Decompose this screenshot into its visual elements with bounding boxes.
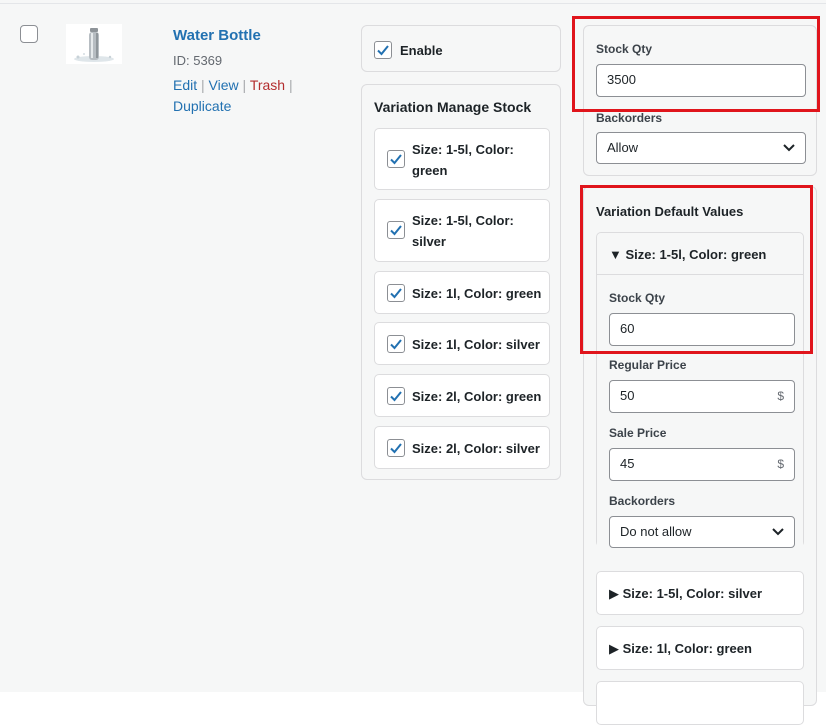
row-select-checkbox[interactable] (20, 25, 38, 43)
chevron-down-icon (783, 144, 795, 152)
variant-backorders-label: Backorders (609, 494, 676, 508)
variation-stock-item[interactable]: Size: 1l, Color: silver (374, 322, 550, 365)
currency-symbol: $ (777, 389, 784, 403)
product-title-link[interactable]: Water Bottle (173, 27, 261, 44)
product-id: ID: 5369 (173, 53, 223, 68)
check-icon (390, 288, 402, 299)
duplicate-link[interactable]: Duplicate (173, 98, 231, 114)
variation-stock-item[interactable]: Size: 1-5l, Color: silver (374, 199, 550, 262)
accordion-header-label[interactable]: ▶ Size: 1-5l, Color: silver (609, 586, 762, 602)
variation-stock-label: Size: 1-5l, Color: silver (412, 213, 514, 249)
action-separator: | (201, 77, 205, 93)
variation-manage-stock-card: Variation Manage Stock Size: 1-5l, Color… (361, 84, 561, 480)
backorders-select[interactable]: Allow (596, 132, 806, 164)
variation-stock-checkbox[interactable] (387, 335, 405, 353)
enable-label: Enable (400, 43, 443, 58)
check-icon (390, 154, 402, 165)
variation-stock-label: Size: 2l, Color: green (412, 389, 542, 404)
row-divider (0, 3, 826, 4)
variation-manage-stock-title: Variation Manage Stock (374, 99, 532, 115)
variation-stock-checkbox[interactable] (387, 150, 405, 168)
variant-stock-qty-input[interactable]: 60 (609, 313, 795, 346)
check-icon (390, 225, 402, 236)
action-separator: | (242, 77, 247, 93)
accordion-body: Stock Qty 60 Regular Price 50 $ Sale Pri… (597, 276, 803, 548)
check-icon (390, 443, 402, 454)
backorders-label: Backorders (596, 111, 663, 125)
variation-accordion-collapsed[interactable] (596, 681, 804, 725)
backorders-select-value: Allow (607, 140, 639, 155)
enable-card: Enable (361, 25, 561, 72)
variation-stock-checkbox[interactable] (387, 387, 405, 405)
variant-backorders-select-value: Do not allow (620, 524, 692, 539)
variation-accordion-expanded: ▼ Size: 1-5l, Color: green Stock Qty 60 … (596, 232, 804, 548)
check-icon (390, 391, 402, 402)
variation-default-values-card: Variation Default Values ▼ Size: 1-5l, C… (583, 186, 817, 725)
variation-stock-label: Size: 1-5l, Color: green (412, 142, 514, 178)
variation-accordion-collapsed[interactable]: ▶ Size: 1-5l, Color: silver (596, 571, 804, 615)
action-separator: | (288, 77, 293, 93)
regular-price-input[interactable]: 50 $ (609, 380, 795, 413)
accordion-header-label[interactable]: ▼ Size: 1-5l, Color: green (609, 247, 766, 262)
sale-price-label: Sale Price (609, 426, 667, 440)
check-icon (377, 45, 389, 56)
triangle-right-icon: ▶ (609, 586, 619, 601)
regular-price-label: Regular Price (609, 358, 687, 372)
variation-stock-label: Size: 2l, Color: silver (412, 441, 540, 456)
triangle-right-icon: ▶ (609, 641, 619, 656)
trash-link[interactable]: Trash (250, 77, 285, 93)
sale-price-input[interactable]: 45 $ (609, 448, 795, 481)
variation-stock-checkbox[interactable] (387, 284, 405, 302)
variation-default-values-title: Variation Default Values (596, 204, 744, 219)
variation-stock-label: Size: 1l, Color: silver (412, 337, 540, 352)
variation-stock-label: Size: 1l, Color: green (412, 286, 542, 301)
edit-link[interactable]: Edit (173, 77, 197, 93)
variation-stock-checkbox[interactable] (387, 221, 405, 239)
accordion-header-label[interactable]: ▶ Size: 1l, Color: green (609, 641, 752, 657)
variation-stock-item[interactable]: Size: 2l, Color: green (374, 374, 550, 417)
product-thumbnail[interactable] (66, 24, 122, 64)
stock-qty-label: Stock Qty (596, 42, 653, 56)
triangle-down-icon: ▼ (609, 247, 622, 262)
variation-stock-item[interactable]: Size: 1l, Color: green (374, 271, 550, 314)
stock-card: Stock Qty 3500 Backorders Allow (583, 25, 817, 176)
variant-backorders-select[interactable]: Do not allow (609, 516, 795, 548)
row-actions: Edit | View | Trash | (173, 77, 293, 93)
check-icon (390, 339, 402, 350)
variation-stock-checkbox[interactable] (387, 439, 405, 457)
variant-stock-qty-label: Stock Qty (609, 291, 666, 305)
chevron-down-icon (772, 528, 784, 536)
view-link[interactable]: View (209, 77, 239, 93)
row-actions-2: Duplicate (173, 98, 231, 114)
variation-stock-item[interactable]: Size: 1-5l, Color: green (374, 128, 550, 190)
variation-accordion-collapsed[interactable]: ▶ Size: 1l, Color: green (596, 626, 804, 670)
currency-symbol: $ (777, 457, 784, 471)
variation-stock-item[interactable]: Size: 2l, Color: silver (374, 426, 550, 469)
stock-qty-input[interactable]: 3500 (596, 64, 806, 97)
enable-checkbox[interactable] (374, 41, 392, 59)
